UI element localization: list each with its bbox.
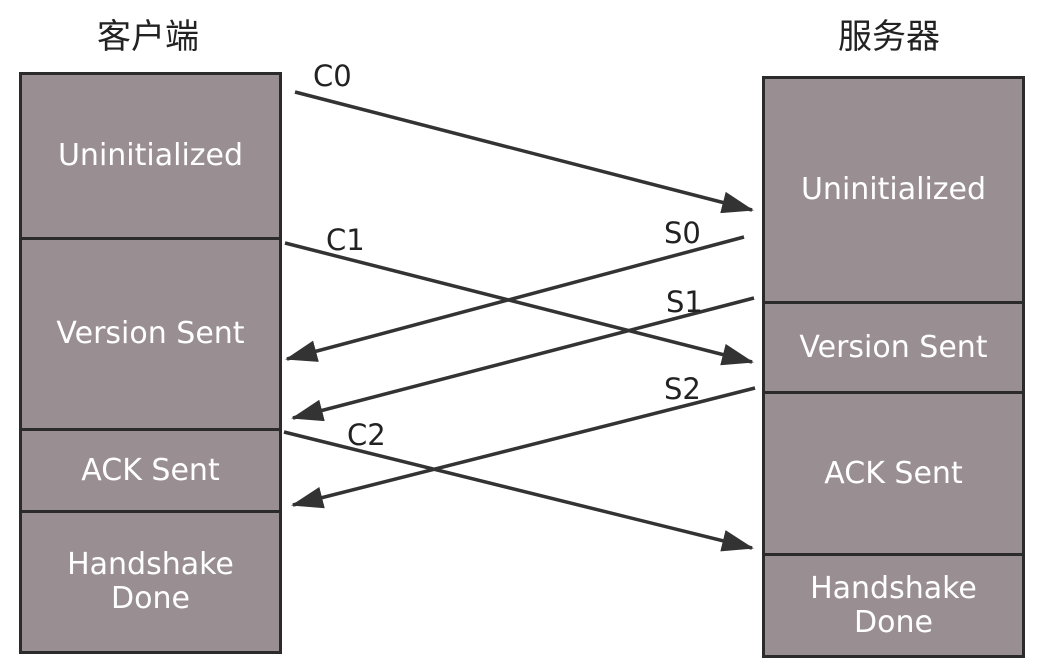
label-s2: S2 bbox=[664, 372, 701, 406]
arrow-c0 bbox=[294, 90, 754, 214]
message-arrows: C0 C1 S0 S1 S2 C2 bbox=[283, 59, 756, 552]
label-c1: C1 bbox=[326, 223, 365, 257]
label-s1: S1 bbox=[666, 285, 703, 319]
label-c2: C2 bbox=[347, 418, 386, 452]
label-s0: S0 bbox=[664, 216, 701, 250]
label-c0: C0 bbox=[313, 59, 352, 93]
